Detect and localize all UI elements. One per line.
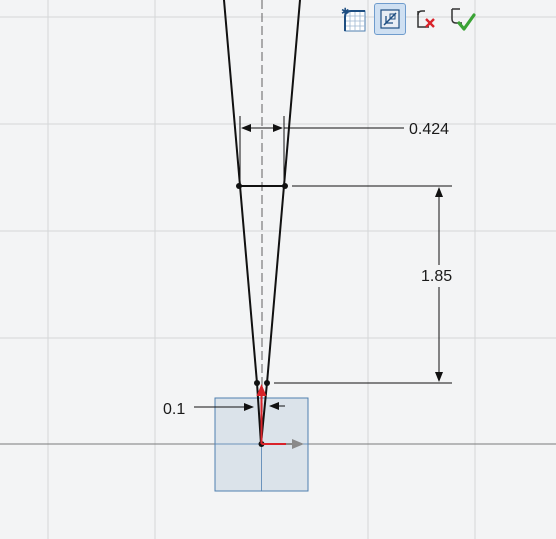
dimension-top-width[interactable]	[239, 116, 404, 182]
cancel-sketch-icon	[413, 6, 439, 32]
point-tip-right	[264, 380, 270, 386]
cancel-sketch-button[interactable]	[410, 3, 442, 35]
dimension-height-label[interactable]: 1.85	[421, 268, 452, 285]
svg-text:✱: ✱	[341, 7, 349, 18]
sketch-view-icon	[377, 6, 403, 32]
grid-snap-icon: ✱	[340, 5, 368, 33]
grid-snap-button[interactable]: ✱	[338, 3, 370, 35]
dimension-bottom-width-label[interactable]: 0.1	[163, 401, 185, 418]
left-taper-line	[223, 0, 258, 384]
finish-sketch-icon	[448, 5, 476, 33]
right-taper-line	[266, 0, 301, 384]
sketch-view-button[interactable]	[374, 3, 406, 35]
dimension-top-width-label[interactable]: 0.424	[409, 121, 449, 138]
point-cross-left	[236, 183, 242, 189]
point-tip-left	[254, 380, 260, 386]
point-cross-right	[282, 183, 288, 189]
sketch-canvas[interactable]: 0.424 1.85 0.1	[0, 0, 556, 539]
sketch-toolbar: ✱	[338, 2, 478, 36]
finish-sketch-button[interactable]	[446, 3, 478, 35]
